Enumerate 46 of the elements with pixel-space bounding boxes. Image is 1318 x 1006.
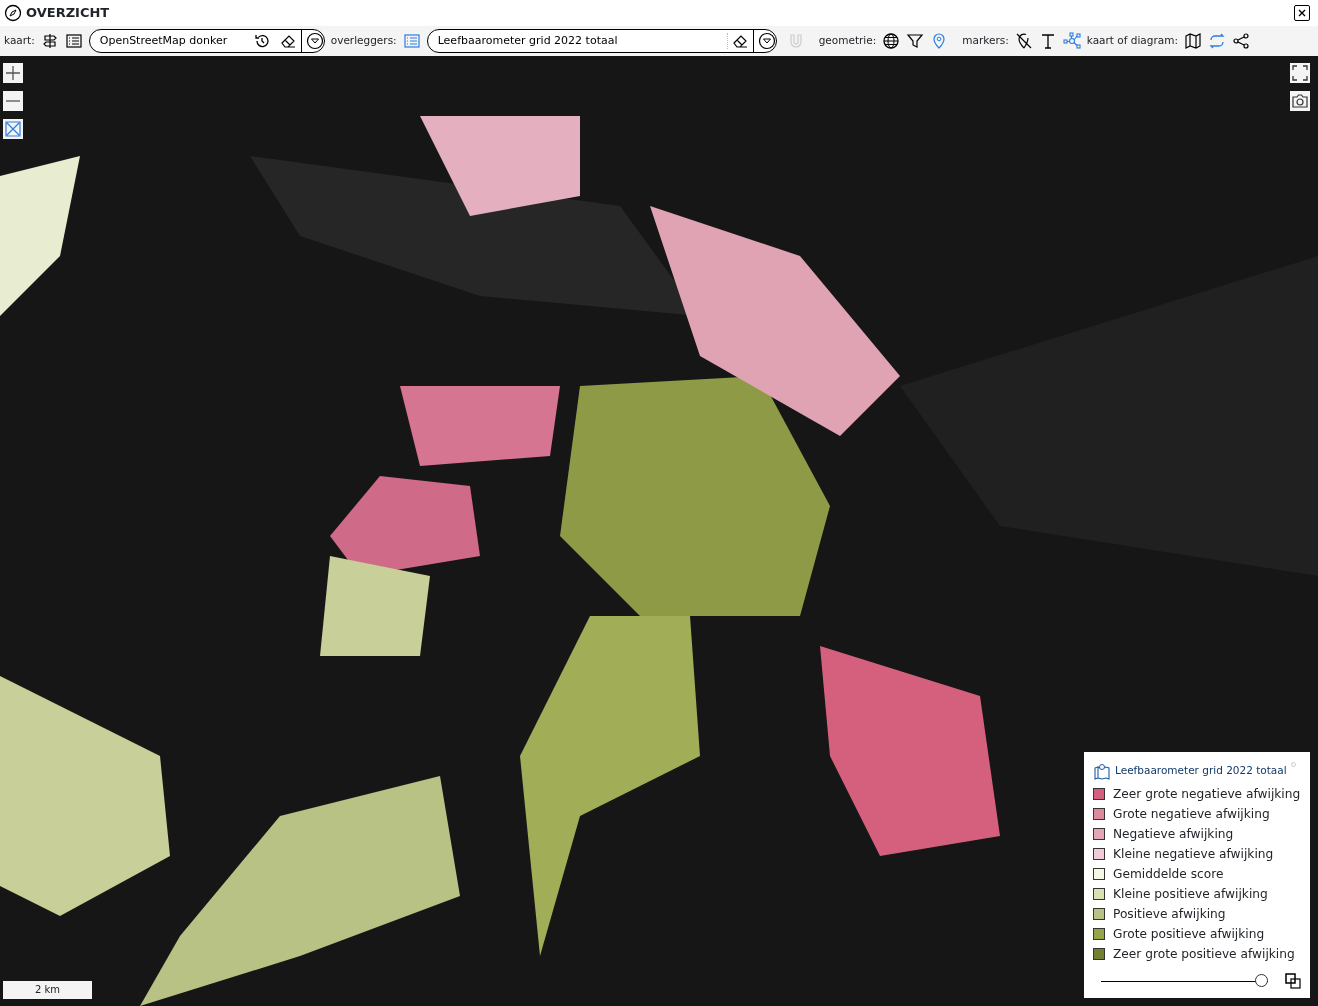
close-icon — [1298, 9, 1306, 17]
legend-label: Positieve afwijking — [1113, 905, 1226, 923]
map-button[interactable] — [1183, 32, 1202, 50]
zoom-in-button[interactable] — [3, 63, 23, 83]
legend-label: Grote negatieve afwijking — [1113, 805, 1270, 823]
dropdown-button[interactable] — [305, 32, 324, 50]
hide-markers-button[interactable] — [1014, 32, 1033, 50]
layers-button[interactable] — [1284, 972, 1302, 990]
legend-label: Gemiddelde score — [1113, 865, 1224, 883]
slider-thumb[interactable] — [1255, 974, 1268, 987]
geometry-label: geometrie: — [818, 33, 877, 49]
globe-button[interactable] — [882, 32, 901, 50]
minus-icon — [6, 100, 20, 102]
view-label: kaart of diagram: — [1086, 33, 1178, 49]
legend-label: Negatieve afwijking — [1113, 825, 1234, 843]
layer-field[interactable]: OpenStreetMap donker — [89, 32, 245, 50]
legend-label: Zeer grote positieve afwijking — [1113, 945, 1295, 963]
legend-title: Leefbaarometer grid 2022 totaal — [1115, 763, 1287, 779]
markers-label: markers: — [962, 33, 1009, 49]
screenshot-button[interactable] — [1290, 91, 1310, 111]
map-icon — [1093, 762, 1111, 780]
list-button[interactable] — [64, 32, 83, 50]
compass-icon — [4, 4, 22, 22]
dropdown-button[interactable] — [757, 32, 776, 50]
legend-label: Kleine positieve afwijking — [1113, 885, 1268, 903]
plus-icon — [4, 64, 22, 82]
layer-field[interactable]: Leefbaarometer grid 2022 totaal — [427, 32, 728, 50]
zoom-extent-button[interactable] — [3, 119, 23, 139]
network-button[interactable] — [1062, 32, 1081, 50]
expand-icon — [4, 120, 22, 138]
close-button[interactable] — [1294, 5, 1310, 21]
window-title: OVERZICHT — [26, 4, 110, 23]
legend-label: Grote positieve afwijking — [1113, 925, 1265, 943]
layer-selector[interactable]: Leefbaarometer grid 2022 totaal — [426, 29, 777, 53]
fullscreen-button[interactable] — [1290, 63, 1310, 83]
swap-button[interactable] — [1207, 32, 1226, 50]
filter-button[interactable] — [906, 32, 925, 50]
scale-bar: 2 km — [3, 981, 92, 999]
legend-label: Zeer grote negatieve afwijking — [1113, 785, 1301, 803]
zoom-out-button[interactable] — [3, 91, 23, 111]
legend-label: Kleine negatieve afwijking — [1113, 845, 1274, 863]
share-button[interactable] — [1231, 32, 1250, 50]
layer-selector[interactable]: OpenStreetMap donker — [88, 29, 325, 53]
map-label: kaart: — [4, 33, 35, 49]
overlay-label: overleggers: — [330, 33, 397, 49]
history-button[interactable] — [252, 32, 271, 50]
